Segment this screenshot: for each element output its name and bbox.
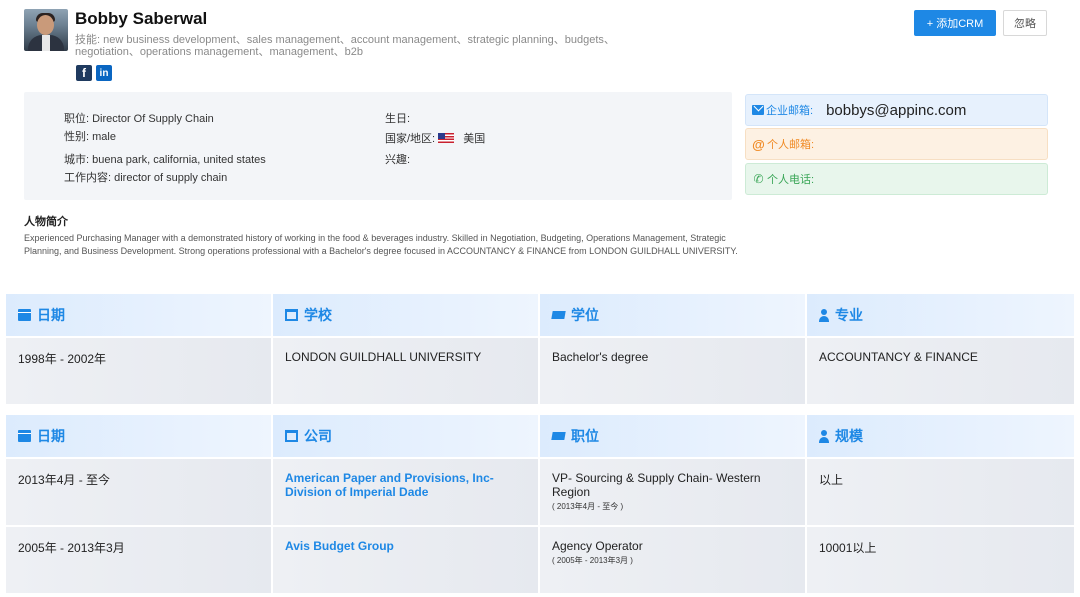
add-crm-button[interactable]: + 添加CRM [914,10,996,36]
work-header-company: 公司 [273,415,538,457]
at-icon: @ [752,136,765,152]
work-cell-company-link[interactable]: American Paper and Provisions, Inc-Divis… [273,459,538,525]
birthday-field: 生日: [385,113,411,125]
job-content-field: 工作内容: director of supply chain [64,172,228,184]
work-cell-title: VP- Sourcing & Supply Chain- Western Reg… [540,459,805,525]
phone-row[interactable]: ✆ 个人电话: [745,163,1048,195]
edu-cell-date: 1998年 - 2002年 [6,338,271,404]
edu-cell-major: ACCOUNTANCY & FINANCE [807,338,1074,404]
work-email-label: 企业邮箱: [766,105,814,117]
gender-field: 性别: male [64,131,116,143]
building-icon [285,309,298,321]
social-links: f in [76,65,112,81]
work-cell-size: 以上 [807,459,1074,525]
job-period: ( 2005年 - 2013年3月 ) [552,556,633,565]
edu-header-date: 日期 [6,294,271,336]
interests-field: 兴趣: [385,154,411,166]
edu-header-major: 专业 [807,294,1074,336]
work-header-title: 职位 [540,415,805,457]
user-icon [819,429,829,443]
building-icon [285,430,298,442]
work-cell-date: 2005年 - 2013年3月 [6,527,271,593]
facebook-icon[interactable]: f [76,65,92,81]
edu-cell-school: LONDON GUILDHALL UNIVERSITY [273,338,538,404]
envelope-icon [752,105,764,115]
job-title: VP- Sourcing & Supply Chain- Western Reg… [552,471,761,499]
bio-title: 人物简介 [24,216,68,228]
work-cell-size: 10001以上 [807,527,1074,593]
personal-email-label: 个人邮箱: [767,139,815,151]
work-header-size: 规模 [807,415,1074,457]
country-field: 国家/地区: 美国 [385,130,485,146]
country-label: 国家/地区: [385,133,436,145]
profile-name: Bobby Saberwal [75,9,208,28]
skills-text: 技能: new business development、sales manag… [75,34,615,58]
edu-header-degree: 学位 [540,294,805,336]
avatar [24,9,68,51]
ignore-button[interactable]: 忽略 [1003,10,1047,36]
position-field: 职位: Director Of Supply Chain [64,113,214,125]
work-email-row[interactable]: 企业邮箱: bobbys@appinc.com [745,94,1048,126]
graduation-cap-icon [551,311,566,319]
edu-header-school: 学校 [273,294,538,336]
personal-email-row[interactable]: @ 个人邮箱: [745,128,1048,160]
work-cell-company-link[interactable]: Avis Budget Group [273,527,538,593]
country-value: 美国 [463,133,486,145]
graduation-cap-icon [551,432,566,440]
calendar-icon [18,309,31,321]
us-flag-icon [438,133,455,143]
work-cell-title: Agency Operator ( 2005年 - 2013年3月 ) [540,527,805,593]
bio-text: Experienced Purchasing Manager with a de… [24,233,738,256]
phone-label: 个人电话: [767,174,815,186]
phone-icon: ✆ [753,172,764,186]
edu-cell-degree: Bachelor's degree [540,338,805,404]
job-period: ( 2013年4月 - 至今 ) [552,502,624,511]
work-email-value[interactable]: bobbys@appinc.com [826,102,966,119]
user-icon [819,308,829,322]
job-title: Agency Operator [552,539,643,553]
linkedin-icon[interactable]: in [96,65,112,81]
work-header-date: 日期 [6,415,271,457]
calendar-icon [18,430,31,442]
work-cell-date: 2013年4月 - 至今 [6,459,271,525]
city-field: 城市: buena park, california, united state… [64,154,266,166]
